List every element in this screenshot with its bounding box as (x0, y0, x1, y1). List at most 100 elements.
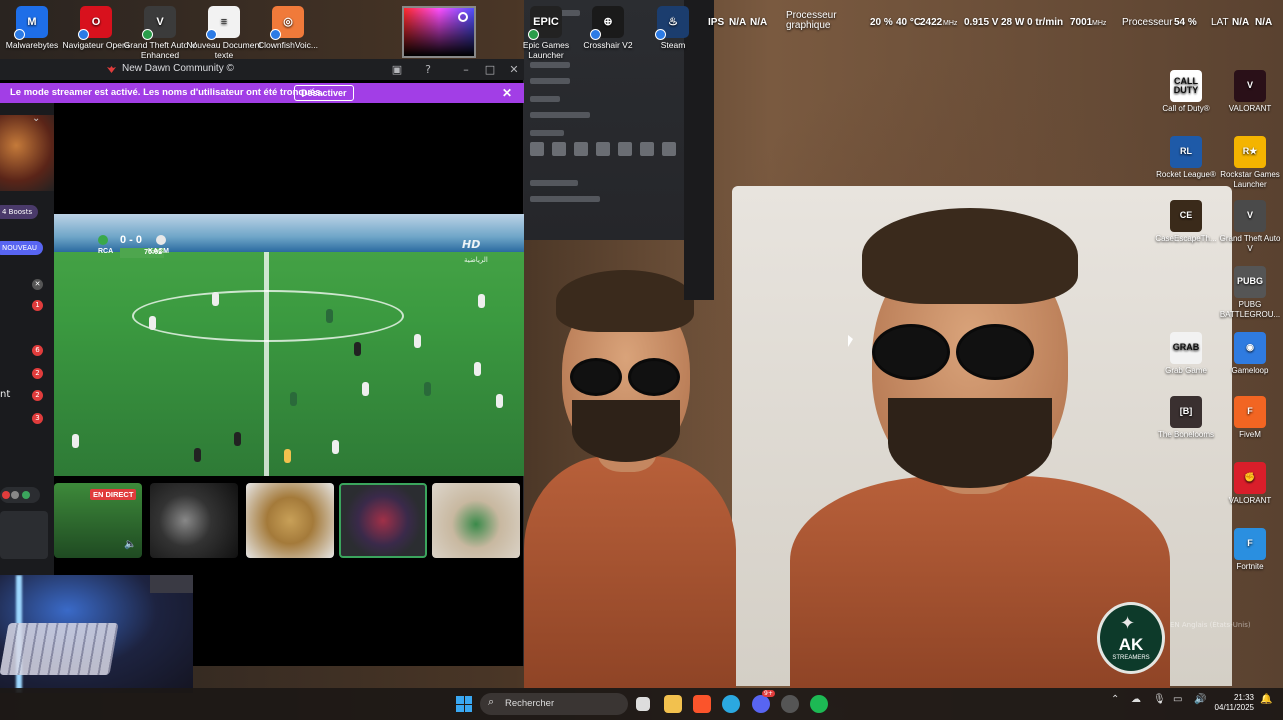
player (326, 309, 333, 323)
player (72, 434, 79, 448)
file-explorer-icon[interactable] (664, 695, 682, 713)
desktop-shortcut[interactable]: RL Rocket League® (1153, 136, 1219, 180)
clownfish-icon: ◎ (270, 6, 304, 40)
participant-tile-2[interactable] (150, 483, 238, 558)
tray-chevron-up-icon[interactable]: ⌃ (1111, 694, 1119, 705)
chevron-down-icon[interactable]: ⌄ (32, 113, 40, 124)
osd-mem-clock-unit: MHz (1092, 20, 1107, 27)
participant-tile-3[interactable] (246, 483, 334, 558)
desktop-shortcut-label: VALORANT (1228, 104, 1272, 113)
player (362, 382, 369, 396)
desktop-shortcut[interactable]: F FiveM (1217, 396, 1283, 440)
channel-logo: HD (462, 238, 481, 251)
task-view-icon[interactable] (636, 697, 650, 711)
desktop-shortcut[interactable]: CE CaseEscapeTh... (1153, 200, 1219, 244)
osd-lat-value-1: N/A (1232, 17, 1250, 28)
desktop-shortcut-label: FiveM (1239, 430, 1261, 439)
onedrive-cloud-icon[interactable]: ☁ (1131, 694, 1141, 705)
player (234, 432, 241, 446)
desktop-shortcut[interactable]: CALL DUTY Call of Duty® (1153, 70, 1219, 114)
minimize-button[interactable]: – (458, 62, 474, 77)
close-button[interactable]: ✕ (506, 62, 522, 77)
mute-icon[interactable]: ✕ (32, 279, 43, 290)
opera-icon: O (78, 6, 112, 40)
home-team: RCA (98, 248, 114, 255)
edge-browser-icon[interactable] (722, 695, 740, 713)
color-picker-swatch (402, 6, 476, 58)
desktop-shortcut[interactable]: V VALORANT (1217, 70, 1283, 114)
settings-gear-icon[interactable] (781, 695, 799, 713)
notifications-bell-icon[interactable]: 🔔 (1260, 694, 1272, 705)
taskbar-search[interactable]: ⌕ Rechercher (480, 693, 628, 715)
osd-ips-value-1: N/A (729, 17, 747, 28)
player (290, 392, 297, 406)
sync-ok-icon (142, 29, 153, 40)
player (478, 294, 485, 308)
osd-ips-value-2: N/A (750, 17, 768, 28)
stream-video[interactable]: 0 - 0 RCA 70:02 KACM HD الرياضية (54, 214, 524, 476)
brave-browser-icon[interactable] (693, 695, 711, 713)
participant-tile-4[interactable] (339, 483, 427, 558)
score: 0 - 0 (120, 234, 143, 246)
osd-gpu-power: 28 W (1001, 17, 1025, 28)
osd-gpu-label-2: graphique (786, 20, 831, 31)
osd-gpu-temp: 40 °C (896, 17, 922, 28)
server-banner-image (0, 115, 54, 191)
desktop-shortcut[interactable]: V Grand Theft Auto V (1217, 200, 1283, 253)
spotify-icon[interactable] (810, 695, 828, 713)
player (496, 394, 503, 408)
voice-users-pill[interactable] (0, 487, 40, 503)
gameloop-icon: ◉ (1234, 332, 1266, 364)
mouse-cursor-icon (848, 335, 853, 347)
discord-titlebar[interactable]: New Dawn Community © ▣ ? – □ ✕ (0, 59, 524, 80)
banner-close-icon[interactable]: ✕ (502, 86, 512, 100)
sidebar-voice-card[interactable] (0, 511, 48, 559)
maximize-button[interactable]: □ (482, 62, 498, 77)
desktop-shortcut[interactable]: [B] The Bonelooms (1153, 396, 1219, 440)
inbox-icon[interactable]: ▣ (389, 62, 405, 77)
boosts-pill[interactable]: 4 Boosts (0, 205, 39, 219)
desktop-shortcut[interactable]: GRAB Grab Game (1153, 332, 1219, 376)
player (332, 440, 339, 454)
desktop-shortcut[interactable]: PUBG PUBG BATTLEGROU... (1217, 266, 1283, 319)
discord-notification-badge: 9+ (762, 690, 775, 697)
discord-taskbar-icon[interactable]: 9+ (752, 690, 775, 713)
desktop-shortcut[interactable]: F Fortnite (1217, 528, 1283, 572)
deactivate-button[interactable]: Désactiver (294, 85, 354, 101)
new-pill[interactable]: NOUVEAU (0, 241, 43, 255)
valorant-riot-icon: ✊ (1234, 462, 1266, 494)
desktop-shortcut[interactable]: ♨ Steam (635, 6, 711, 50)
desktop-shortcut[interactable]: ◉ Gameloop (1217, 332, 1283, 376)
osd-gpu-voltage: 0.915 V (964, 17, 999, 28)
participant-tile-5[interactable] (432, 483, 520, 558)
windows-start-icon[interactable] (456, 696, 472, 712)
logo-subtitle: STREAMERS (1112, 655, 1150, 661)
desktop-shortcut-label: Rocket League® (1156, 170, 1216, 179)
call-of-duty-icon: CALL DUTY (1170, 70, 1202, 102)
desktop-shortcut-label: VALORANT (1228, 496, 1272, 505)
clock-time: 21:33 (1233, 693, 1254, 702)
desktop-shortcut-label: The Bonelooms (1157, 430, 1215, 439)
channel-name-fragment[interactable]: nt (0, 389, 10, 400)
channel-subtitle: الرياضية (464, 256, 488, 264)
desktop-shortcut[interactable]: ◎ ClownfishVoic... (250, 6, 326, 50)
desktop-shortcut[interactable]: ✊ VALORANT (1217, 462, 1283, 506)
desktop-shortcut[interactable]: R★ Rockstar Games Launcher (1217, 136, 1283, 189)
malwarebytes-icon: M (14, 6, 48, 40)
live-stream-tile[interactable]: EN DIRECT 🔈 (54, 483, 142, 558)
volume-icon[interactable]: 🔊 (1194, 694, 1206, 705)
valorant-icon: V (1234, 70, 1266, 102)
osd-fan-speed: 0 tr/min (1027, 17, 1064, 28)
sync-pending-icon (655, 29, 666, 40)
unread-badge-3: 2 (32, 368, 43, 379)
search-icon: ⌕ (488, 696, 495, 708)
taskbar-clock[interactable]: 21:33 04/11/2025 (1210, 693, 1254, 713)
ak-streamers-logo: ✦ AK STREAMERS (1097, 602, 1165, 674)
microphone-icon[interactable]: 🎙 (1153, 694, 1166, 705)
unread-badge-5: 3 (32, 413, 43, 424)
fortnite-icon: F (1234, 528, 1266, 560)
speaker-muted-icon[interactable]: 🔈 (124, 539, 136, 550)
network-icon[interactable]: ▭ (1173, 694, 1182, 705)
help-icon[interactable]: ? (420, 62, 436, 77)
live-badge: EN DIRECT (90, 489, 137, 500)
